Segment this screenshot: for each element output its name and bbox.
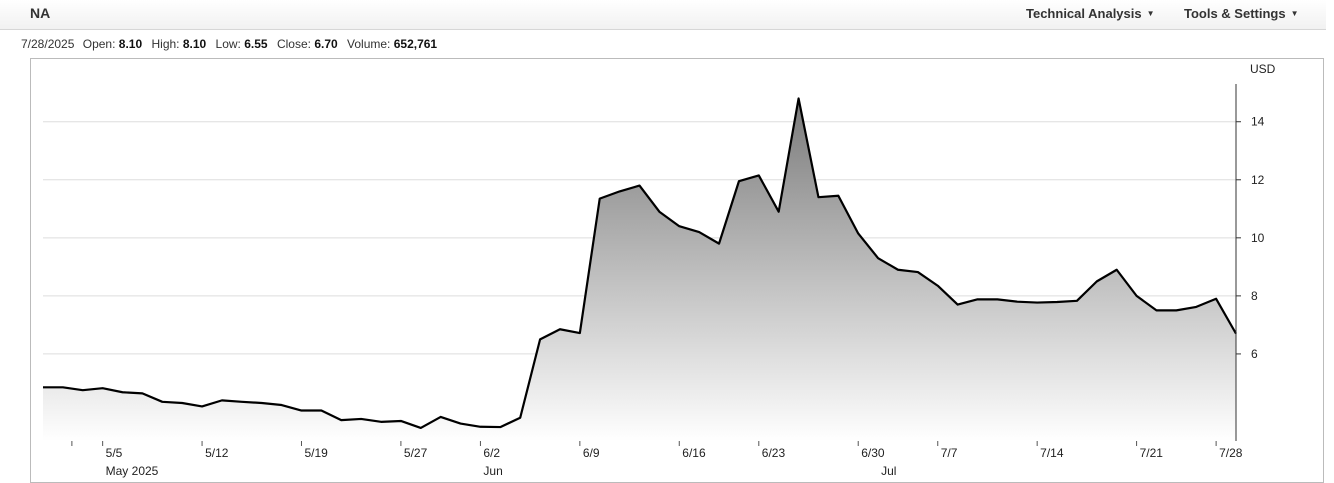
x-tick-label: 7/7	[941, 446, 958, 460]
x-tick-label: 7/28	[1219, 446, 1243, 460]
x-tick-label: 5/12	[205, 446, 229, 460]
month-label: May 2025	[106, 464, 159, 478]
x-tick-label: 6/2	[483, 446, 500, 460]
y-tick-label: 6	[1251, 347, 1258, 361]
x-tick-label: 6/23	[762, 446, 786, 460]
x-tick-label: 7/14	[1040, 446, 1064, 460]
y-axis-unit-label: USD	[1250, 62, 1276, 76]
y-tick-label: 14	[1251, 115, 1265, 129]
price-chart[interactable]: 6 8 10 12 14 5/5 5/12 5/19 5/27 6/2 6/9 6/16 6/23 6/3…	[0, 0, 1334, 479]
month-label: Jul	[881, 464, 896, 478]
month-label: Jun	[483, 464, 502, 478]
area-layer	[43, 97, 1237, 441]
x-tick-label: 6/16	[682, 446, 706, 460]
y-tick-label: 10	[1251, 231, 1265, 245]
x-tick-label: 6/30	[861, 446, 885, 460]
area-fill	[43, 98, 1236, 441]
y-tick-label: 8	[1251, 289, 1258, 303]
y-tick-label: 12	[1251, 173, 1265, 187]
x-tick-label: 5/19	[304, 446, 328, 460]
x-tick-label: 5/5	[106, 446, 123, 460]
x-tick-label: 7/21	[1140, 446, 1164, 460]
x-tick-label: 5/27	[404, 446, 428, 460]
x-tick-label: 6/9	[583, 446, 600, 460]
